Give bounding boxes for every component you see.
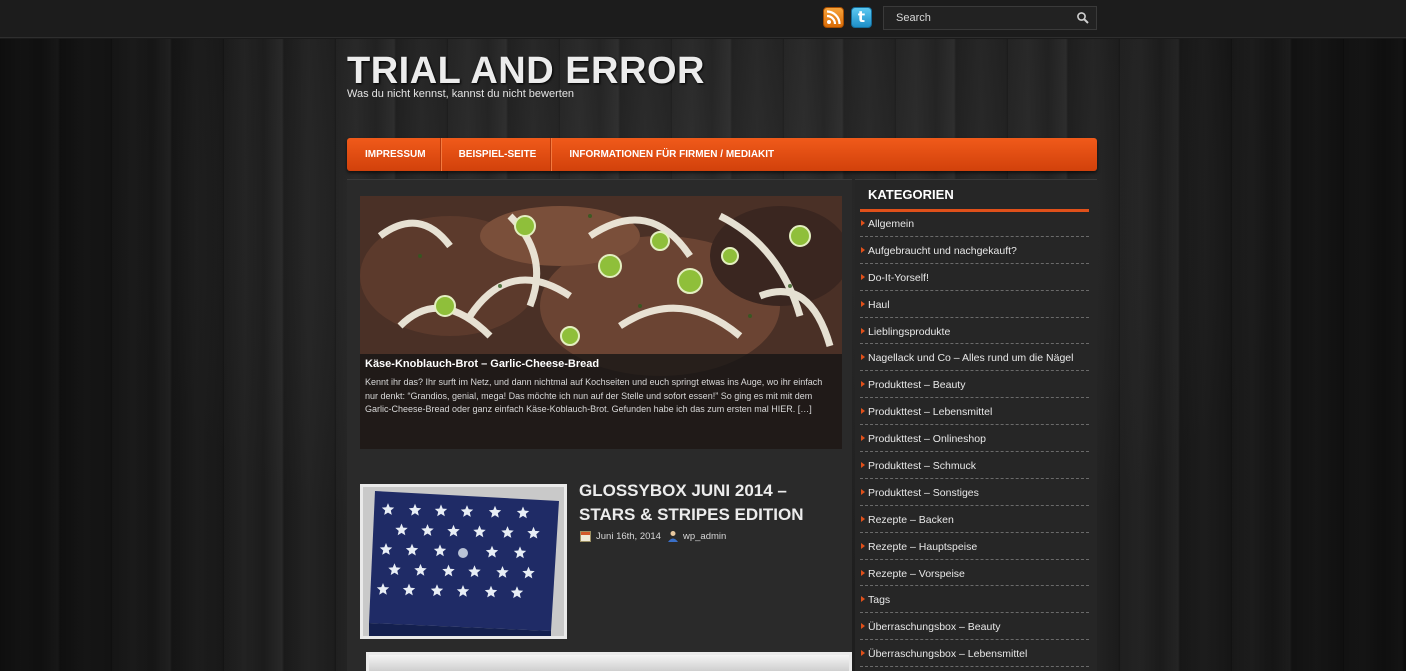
arrow-right-icon — [861, 596, 865, 603]
category-link[interactable]: Produkttest – Lebensmittel — [868, 406, 992, 418]
post-thumbnail[interactable] — [360, 484, 567, 639]
next-post-thumbnail[interactable] — [366, 652, 852, 671]
arrow-right-icon — [861, 435, 865, 442]
category-link[interactable]: Tags — [868, 594, 890, 606]
category-link[interactable]: Produkttest – Schmuck — [868, 460, 976, 472]
category-item[interactable]: Produkttest – Sonstiges — [860, 479, 1089, 506]
arrow-right-icon — [861, 515, 865, 522]
category-item[interactable]: Rezepte – Vorspeise — [860, 560, 1089, 587]
site-title[interactable]: TRIAL AND ERROR — [347, 50, 705, 93]
nav-item-mediakit[interactable]: INFORMATIONEN FÜR FIRMEN / MEDIAKIT — [551, 138, 788, 171]
search-box — [883, 6, 1097, 30]
arrow-right-icon — [861, 300, 865, 307]
category-link[interactable]: Nagellack und Co – Alles rund um die Näg… — [868, 352, 1073, 364]
arrow-right-icon — [861, 623, 865, 630]
arrow-right-icon — [861, 220, 865, 226]
featured-excerpt: Kennt ihr das? Ihr surft im Netz, und da… — [365, 377, 823, 414]
twitter-icon[interactable]: t — [851, 7, 872, 28]
arrow-right-icon — [861, 381, 865, 388]
nav-item-impressum[interactable]: IMPRESSUM — [347, 138, 441, 171]
post-meta: Juni 16th, 2014 wp_admin — [580, 529, 726, 543]
category-link[interactable]: Lieblingsprodukte — [868, 326, 950, 338]
category-item[interactable]: Rezepte – Backen — [860, 506, 1089, 533]
categories-title: KATEGORIEN — [868, 187, 954, 202]
category-item[interactable]: Haul — [860, 291, 1089, 318]
post-date: Juni 16th, 2014 — [596, 530, 661, 542]
category-link[interactable]: Überraschungsbox – Lebensmittel — [868, 648, 1027, 660]
site-tagline: Was du nicht kennst, kannst du nicht bew… — [347, 88, 575, 100]
category-link[interactable]: Produkttest – Onlineshop — [868, 433, 986, 445]
search-input[interactable] — [884, 7, 1070, 29]
category-item[interactable]: Nagellack und Co – Alles rund um die Näg… — [860, 344, 1089, 372]
category-link[interactable]: Produkttest – Sonstiges — [868, 487, 979, 499]
category-item[interactable]: Lieblingsprodukte — [860, 318, 1089, 345]
top-bar: t — [0, 0, 1406, 38]
category-item[interactable]: Produkttest – Onlineshop — [860, 425, 1089, 453]
category-item[interactable]: Tags — [860, 586, 1089, 614]
category-item[interactable]: Überraschungsbox – Beauty — [860, 613, 1089, 641]
arrow-right-icon — [861, 569, 865, 576]
featured-caption: Käse-Knoblauch-Brot – Garlic-Cheese-Brea… — [360, 354, 842, 449]
arrow-right-icon — [861, 488, 865, 495]
calendar-icon — [580, 530, 591, 542]
featured-post[interactable]: Käse-Knoblauch-Brot – Garlic-Cheese-Brea… — [360, 196, 842, 449]
category-item[interactable]: Rezepte – Hauptspeise — [860, 533, 1089, 560]
search-icon[interactable] — [1076, 11, 1090, 25]
category-link[interactable]: Rezepte – Hauptspeise — [868, 541, 977, 553]
arrow-right-icon — [861, 273, 865, 280]
nav-item-beispiel-seite[interactable]: BEISPIEL-SEITE — [441, 138, 552, 171]
category-link[interactable]: Aufgebraucht und nachgekauft? — [868, 245, 1017, 257]
glossybox-image[interactable] — [363, 487, 564, 636]
category-list: Allgemein Aufgebraucht und nachgekauft? … — [860, 210, 1089, 668]
category-link[interactable]: Überraschungsbox – Beauty — [868, 621, 1001, 633]
category-item[interactable]: Produkttest – Beauty — [860, 371, 1089, 399]
arrow-right-icon — [861, 542, 865, 549]
category-item[interactable]: Aufgebraucht und nachgekauft? — [860, 237, 1089, 264]
user-icon — [667, 531, 678, 542]
category-item[interactable]: Produkttest – Lebensmittel — [860, 398, 1089, 426]
arrow-right-icon — [861, 650, 865, 657]
category-link[interactable]: Rezepte – Vorspeise — [868, 568, 965, 580]
arrow-right-icon — [861, 354, 865, 361]
category-item[interactable]: Allgemein — [860, 210, 1089, 237]
category-link[interactable]: Do-It-Yorself! — [868, 272, 929, 284]
post-title[interactable]: GLOSSYBOX JUNI 2014 – STARS & STRIPES ED… — [579, 479, 839, 527]
category-link[interactable]: Haul — [868, 299, 890, 311]
main-nav: IMPRESSUM BEISPIEL-SEITE INFORMATIONEN F… — [347, 138, 1097, 171]
category-link[interactable]: Produkttest – Beauty — [868, 379, 965, 391]
category-item[interactable]: Do-It-Yorself! — [860, 264, 1089, 291]
category-link[interactable]: Allgemein — [868, 218, 914, 230]
post-author[interactable]: wp_admin — [683, 531, 726, 542]
arrow-right-icon — [861, 408, 865, 415]
arrow-right-icon — [861, 462, 865, 469]
arrow-right-icon — [861, 327, 865, 334]
arrow-right-icon — [861, 246, 865, 253]
featured-title[interactable]: Käse-Knoblauch-Brot – Garlic-Cheese-Brea… — [365, 358, 835, 370]
rss-icon[interactable] — [823, 7, 844, 28]
category-item[interactable]: Überraschungsbox – Lebensmittel — [860, 640, 1089, 668]
category-link[interactable]: Rezepte – Backen — [868, 514, 954, 526]
category-item[interactable]: Produkttest – Schmuck — [860, 452, 1089, 479]
